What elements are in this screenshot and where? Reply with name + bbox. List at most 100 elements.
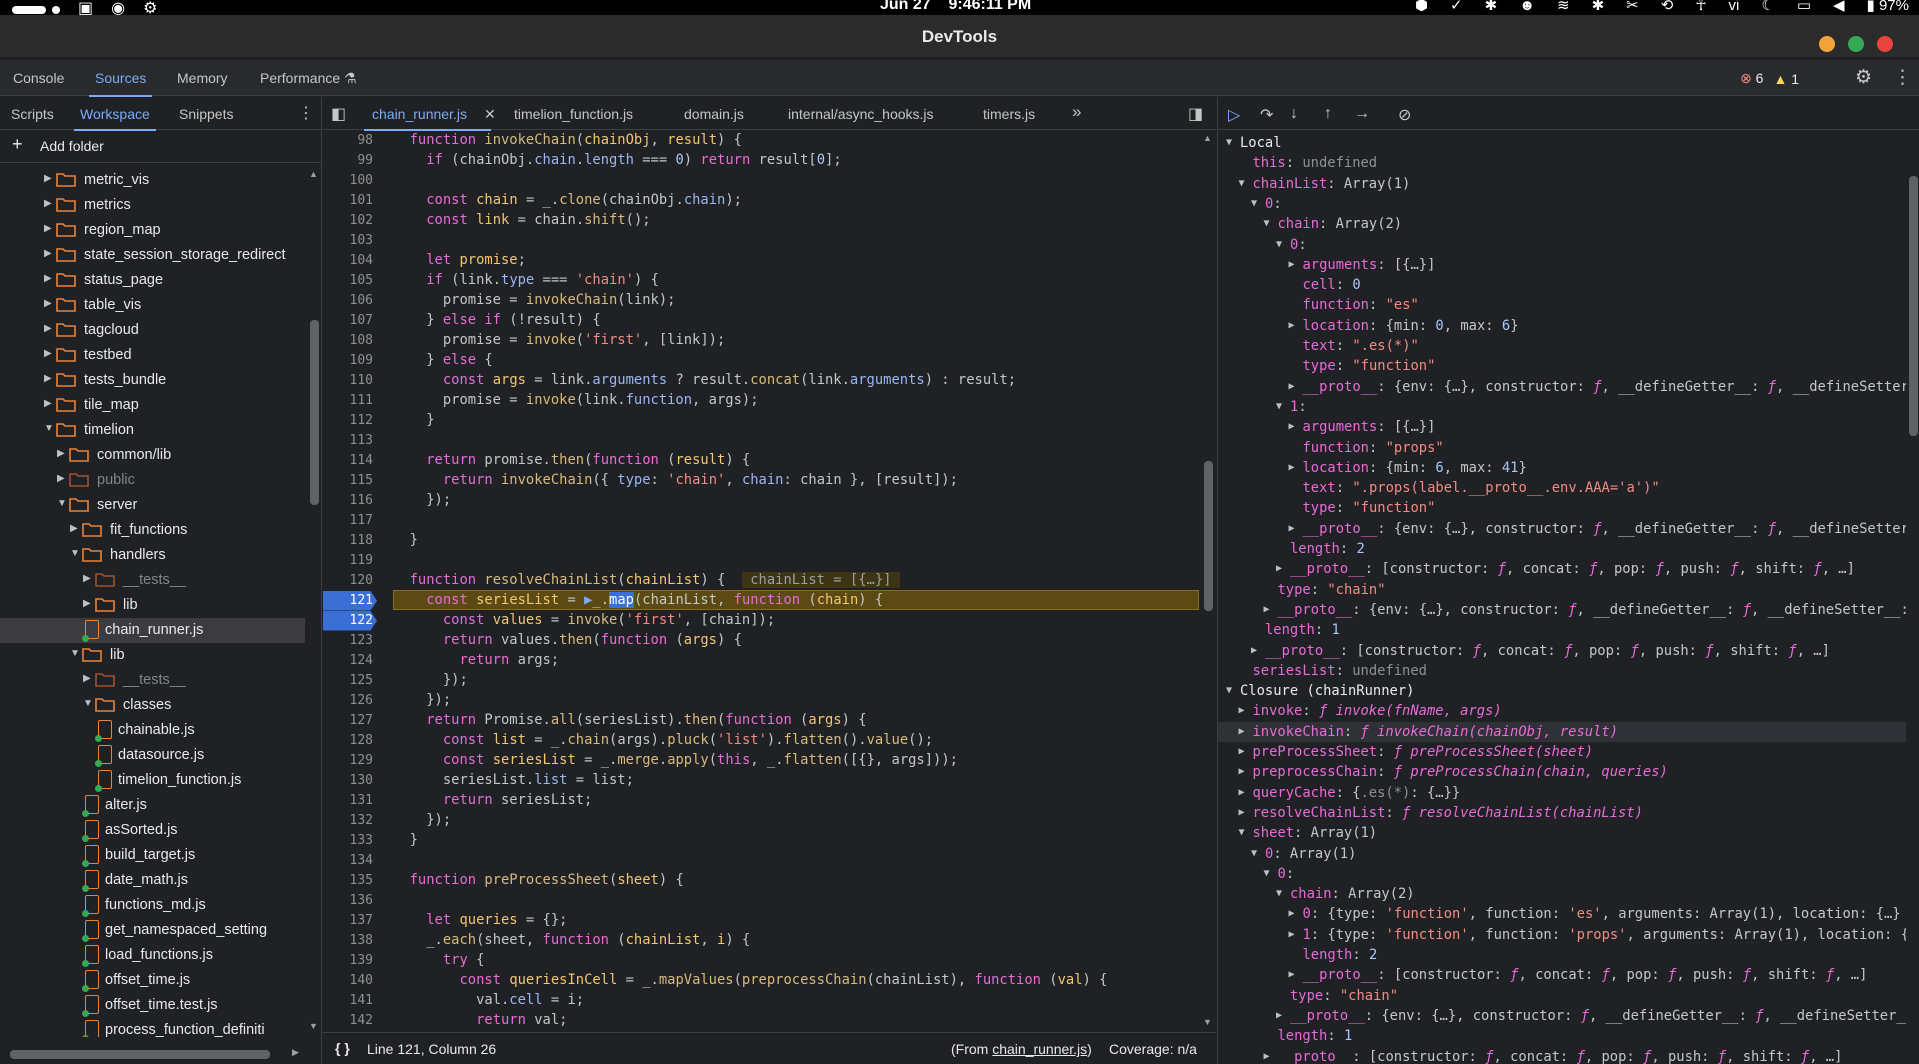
tree-folder[interactable]: ▶ state_session_storage_redirect — [0, 243, 305, 268]
tree-folder[interactable]: ▶ tests_bundle — [0, 368, 305, 393]
code-line[interactable]: 142 return val; — [323, 1011, 1203, 1031]
line-number[interactable]: 105 — [323, 271, 373, 291]
file-tab-chain-runner[interactable]: chain_runner.js — [364, 106, 491, 131]
scope-property[interactable]: ▶ __proto__: {env: {…}, constructor: ƒ, _… — [1218, 377, 1907, 397]
code-line[interactable]: 124 return args; — [323, 651, 1203, 671]
minimize-button[interactable] — [1819, 36, 1835, 52]
line-number[interactable]: 100 — [323, 171, 373, 191]
close-tab-icon[interactable]: ✕ — [484, 106, 496, 123]
file-tab-timelion-function[interactable]: timelion_function.js — [514, 106, 633, 122]
scope-property[interactable]: ▶ invokeChain: ƒ invokeChain(chainObj, re… — [1218, 721, 1906, 742]
tree-folder[interactable]: ▶ public — [0, 468, 305, 493]
bluetooth-2-icon[interactable]: ✱ — [1592, 0, 1605, 14]
scope-property[interactable]: type: "chain" — [1218, 986, 1906, 1006]
settings-gear-icon[interactable]: ⚙ — [1855, 66, 1872, 89]
scope-property[interactable]: this: undefined — [1218, 153, 1906, 173]
expanded-arrow-icon[interactable]: ▼ — [70, 648, 80, 659]
scope-property[interactable]: ▶ preprocessChain: ƒ preProcessChain(chai… — [1218, 762, 1906, 782]
navigator-scrollbar[interactable]: ▲ ▼ — [307, 165, 321, 1037]
tree-folder[interactable]: ▼ timelion — [0, 418, 305, 443]
code-line[interactable]: 112 } — [323, 411, 1203, 431]
collapsed-arrow-icon[interactable]: ▶ — [44, 273, 52, 284]
collapsed-arrow-icon[interactable]: ▶ — [83, 673, 91, 684]
tree-file[interactable]: get_namespaced_setting — [0, 918, 305, 943]
expanded-arrow-icon[interactable]: ▼ — [1264, 864, 1270, 884]
line-number[interactable]: 130 — [323, 771, 373, 791]
source-origin-link[interactable]: chain_runner.js — [992, 1041, 1087, 1057]
code-line[interactable]: 126 }); — [323, 691, 1203, 711]
collapsed-arrow-icon[interactable]: ▶ — [44, 173, 52, 184]
collapsed-arrow-icon[interactable]: ▶ — [1289, 925, 1295, 945]
collapsed-arrow-icon[interactable]: ▶ — [44, 398, 52, 409]
clock[interactable]: Jun 27 9:46:11 PM — [880, 0, 1031, 14]
tree-file[interactable]: offset_time.js — [0, 968, 305, 993]
scope-property[interactable]: length: 2 — [1218, 945, 1906, 965]
line-number[interactable]: 118 — [323, 531, 373, 551]
tree-folder[interactable]: ▶ testbed — [0, 343, 305, 368]
more-tabs-icon[interactable]: » — [1072, 102, 1081, 122]
tree-folder[interactable]: ▶ __tests__ — [0, 568, 305, 593]
expanded-arrow-icon[interactable]: ▼ — [1276, 235, 1282, 255]
line-number[interactable]: 137 — [323, 911, 373, 931]
step-into-icon[interactable]: ↓ — [1290, 105, 1298, 123]
collapsed-arrow-icon[interactable]: ▶ — [1239, 783, 1245, 803]
line-number[interactable]: 133 — [323, 831, 373, 851]
settings-app-icon[interactable]: ⚙ — [143, 0, 157, 15]
collapsed-arrow-icon[interactable]: ▶ — [1289, 904, 1295, 924]
line-number[interactable]: 117 — [323, 511, 373, 531]
file-tab-async-hooks[interactable]: internal/async_hooks.js — [788, 106, 934, 122]
line-number[interactable]: 109 — [323, 351, 373, 371]
code-line[interactable]: 99 if (chainObj.chain.length === 0) retu… — [323, 151, 1203, 171]
code-line[interactable]: 134 — [323, 851, 1203, 871]
expanded-arrow-icon[interactable]: ▼ — [1276, 884, 1282, 904]
resume-icon[interactable]: ▷ — [1228, 105, 1240, 125]
file-tab-timers[interactable]: timers.js — [983, 106, 1035, 122]
discord-icon[interactable]: ☻ — [1519, 0, 1535, 14]
tab-scripts[interactable]: Scripts — [11, 106, 54, 122]
code-line[interactable]: 125 }); — [323, 671, 1203, 691]
line-number[interactable]: 106 — [323, 291, 373, 311]
line-number[interactable]: 125 — [323, 671, 373, 691]
line-number[interactable]: 108 — [323, 331, 373, 351]
line-number[interactable]: 129 — [323, 751, 373, 771]
scope-property[interactable]: ▶ 1: {type: 'function', function: 'props'… — [1218, 925, 1907, 945]
check-icon[interactable]: ✓ — [1450, 0, 1463, 14]
collapsed-arrow-icon[interactable]: ▶ — [44, 323, 52, 334]
code-line[interactable]: 136 — [323, 891, 1203, 911]
scroll-up-icon[interactable]: ▲ — [309, 169, 318, 179]
line-number[interactable]: 110 — [323, 371, 373, 391]
scroll-down-icon[interactable]: ▼ — [309, 1021, 318, 1031]
scope-property[interactable]: ▶ arguments: [{…}] — [1218, 255, 1906, 275]
code-line[interactable]: 107 } else if (!result) { — [323, 311, 1203, 331]
scope-property[interactable]: ▶ resolveChainList: ƒ resolveChainList(ch… — [1218, 803, 1906, 823]
scope-property[interactable]: ▶ preProcessSheet: ƒ preProcessSheet(shee… — [1218, 742, 1906, 762]
line-number[interactable]: 114 — [323, 451, 373, 471]
line-number[interactable]: 128 — [323, 731, 373, 751]
scope-property[interactable]: ▶ 0: {type: 'function', function: 'es', a… — [1218, 904, 1906, 924]
code-line[interactable]: 101 const chain = _.clone(chainObj.chain… — [323, 191, 1203, 211]
code-line[interactable]: 104 let promise; — [323, 251, 1203, 271]
code-line[interactable]: 135 function preProcessSheet(sheet) { — [323, 871, 1203, 891]
code-line[interactable]: 139 try { — [323, 951, 1203, 971]
collapsed-arrow-icon[interactable]: ▶ — [83, 573, 91, 584]
tree-folder[interactable]: ▶ status_page — [0, 268, 305, 293]
code-line[interactable]: 105 if (link.type === 'chain') { — [323, 271, 1203, 291]
code-line[interactable]: 122 const values = invoke('first', [chai… — [323, 611, 1203, 631]
line-number[interactable]: 123 — [323, 631, 373, 651]
line-number[interactable]: 138 — [323, 931, 373, 951]
tree-file[interactable]: datasource.js — [0, 743, 305, 768]
collapsed-arrow-icon[interactable]: ▶ — [44, 373, 52, 384]
scope-section-header[interactable]: ▼ Local — [1218, 133, 1906, 153]
tab-console[interactable]: Console — [13, 70, 64, 86]
expanded-arrow-icon[interactable]: ▼ — [1276, 397, 1282, 417]
tray-icon[interactable]: ≋ — [1557, 0, 1570, 14]
editor-scroll-down-icon[interactable]: ▼ — [1203, 1017, 1212, 1027]
tree-file[interactable]: alter.js — [0, 793, 305, 818]
scope-property[interactable]: text: ".es(*)" — [1218, 336, 1906, 356]
code-line[interactable]: 103 — [323, 231, 1203, 251]
scroll-right-icon[interactable]: ▶ — [292, 1047, 299, 1058]
tree-file[interactable]: functions_md.js — [0, 893, 305, 918]
tree-folder[interactable]: ▼ handlers — [0, 543, 305, 568]
scope-property[interactable]: ▶ __proto__: {env: {…}, constructor: ƒ, _… — [1218, 600, 1907, 620]
tree-folder[interactable]: ▶ __tests__ — [0, 668, 305, 693]
